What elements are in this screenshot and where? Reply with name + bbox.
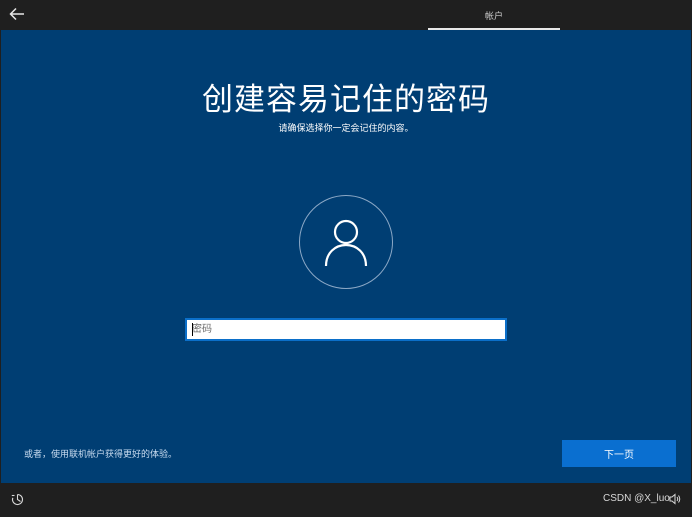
- online-account-link[interactable]: 或者，使用联机帐户获得更好的体验。: [24, 447, 177, 460]
- next-button[interactable]: 下一页: [562, 440, 676, 467]
- oobe-window: 帐户 创建容易记住的密码 请确保选择你一定会记住的内容。 或者，使用联机帐户获得…: [0, 0, 692, 517]
- ease-of-access-button[interactable]: [9, 491, 25, 507]
- watermark-text: CSDN @X_luo: [603, 493, 670, 504]
- volume-button[interactable]: [668, 492, 682, 506]
- back-arrow-icon: [9, 7, 24, 21]
- tab-account[interactable]: 帐户: [428, 0, 560, 30]
- ease-of-access-icon: [11, 493, 23, 505]
- text-caret: [192, 323, 193, 336]
- volume-icon: [669, 493, 681, 505]
- page-subtitle: 请确保选择你一定会记住的内容。: [278, 124, 414, 134]
- page-title: 创建容易记住的密码: [202, 82, 490, 118]
- avatar: [299, 195, 393, 289]
- bottom-bar: CSDN @X_luo: [0, 483, 692, 517]
- back-button[interactable]: [6, 4, 28, 24]
- tab-account-label: 帐户: [484, 11, 503, 22]
- user-icon: [324, 219, 368, 267]
- password-input[interactable]: [185, 318, 507, 341]
- top-bar: 帐户: [0, 0, 692, 30]
- main-panel: 创建容易记住的密码 请确保选择你一定会记住的内容。 或者，使用联机帐户获得更好的…: [1, 30, 691, 483]
